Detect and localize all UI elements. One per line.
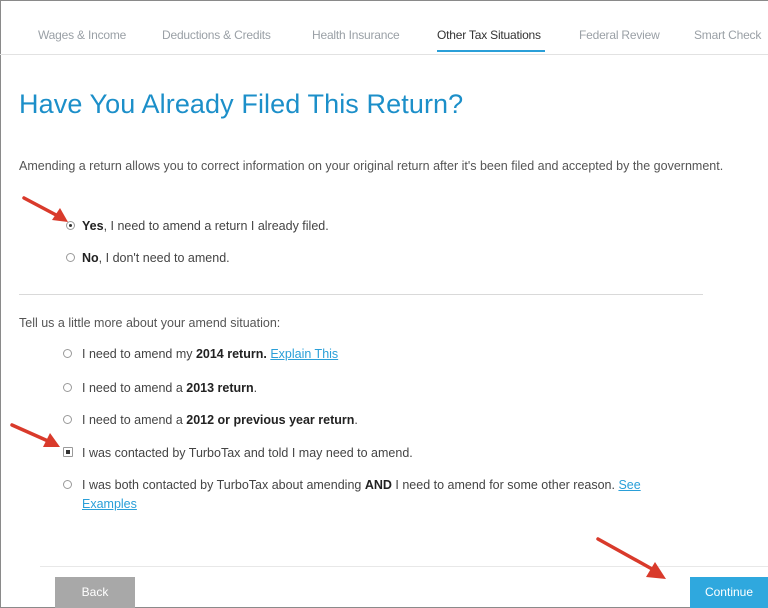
radio-button-2014[interactable] — [63, 349, 72, 358]
option-yes-bold: Yes — [82, 219, 104, 233]
radio-button-no[interactable] — [66, 253, 75, 262]
amend-option-contacted[interactable]: I was contacted by TurboTax and told I m… — [63, 446, 413, 460]
option-yes-label: , I need to amend a return I already fil… — [103, 219, 329, 233]
tabs-divider — [0, 54, 768, 55]
option-no-label: , I don't need to amend. — [98, 251, 230, 265]
tab-other-tax-situations[interactable]: Other Tax Situations — [437, 28, 541, 42]
intro-text: Amending a return allows you to correct … — [19, 159, 724, 173]
amend-prompt: Tell us a little more about your amend s… — [19, 316, 281, 330]
amend-option-both-bold: AND — [364, 478, 392, 492]
radio-button-yes[interactable] — [66, 221, 75, 230]
page-title: Have You Already Filed This Return? — [19, 89, 464, 119]
amend-option-2012-post: . — [354, 413, 358, 427]
amend-option-contacted-text: I was contacted by TurboTax and told I m… — [82, 446, 413, 460]
amend-option-2012-text: I need to amend a — [82, 413, 187, 427]
tab-bar: Wages & Income Deductions & Credits Heal… — [0, 28, 768, 52]
radio-button-both[interactable] — [63, 480, 72, 489]
amend-option-2014[interactable]: I need to amend my 2014 return. Explain … — [63, 347, 338, 361]
amend-option-2012-bold: 2012 or previous year return — [186, 413, 355, 427]
radio-button-contacted[interactable] — [63, 447, 73, 457]
radio-option-yes[interactable]: Yes, I need to amend a return I already … — [66, 219, 329, 233]
tab-smart-check[interactable]: Smart Check — [694, 28, 761, 42]
examples-link[interactable]: Examples — [82, 497, 137, 511]
section-divider — [19, 294, 703, 295]
continue-button[interactable]: Continue — [690, 577, 768, 608]
footer-divider — [40, 566, 768, 567]
tab-health-insurance[interactable]: Health Insurance — [312, 28, 400, 42]
amend-option-2014-text: I need to amend my — [82, 347, 196, 361]
tab-deductions-credits[interactable]: Deductions & Credits — [162, 28, 271, 42]
amend-option-both-post: I need to amend for some other reason. — [391, 478, 619, 492]
tab-federal-review[interactable]: Federal Review — [579, 28, 660, 42]
option-no-bold: No — [82, 251, 99, 265]
back-button[interactable]: Back — [55, 577, 135, 608]
amend-option-both[interactable]: I was both contacted by TurboTax about a… — [63, 478, 641, 492]
active-tab-indicator — [437, 50, 545, 52]
amend-option-2014-bold: 2014 return. — [195, 347, 267, 361]
radio-button-2012[interactable] — [63, 415, 72, 424]
see-link[interactable]: See — [618, 478, 640, 492]
amend-option-2013[interactable]: I need to amend a 2013 return. — [63, 381, 257, 395]
radio-option-no[interactable]: No, I don't need to amend. — [66, 251, 230, 265]
amend-option-2013-bold: 2013 return — [186, 381, 254, 395]
amend-option-2013-text: I need to amend a — [82, 381, 187, 395]
explain-this-link[interactable]: Explain This — [270, 347, 338, 361]
amend-option-2012[interactable]: I need to amend a 2012 or previous year … — [63, 413, 358, 427]
amend-option-both-text: I was both contacted by TurboTax about a… — [82, 478, 365, 492]
radio-button-2013[interactable] — [63, 383, 72, 392]
amend-option-both-line2: Examples — [82, 497, 137, 511]
tab-wages-income[interactable]: Wages & Income — [38, 28, 126, 42]
amend-option-2013-post: . — [253, 381, 258, 395]
